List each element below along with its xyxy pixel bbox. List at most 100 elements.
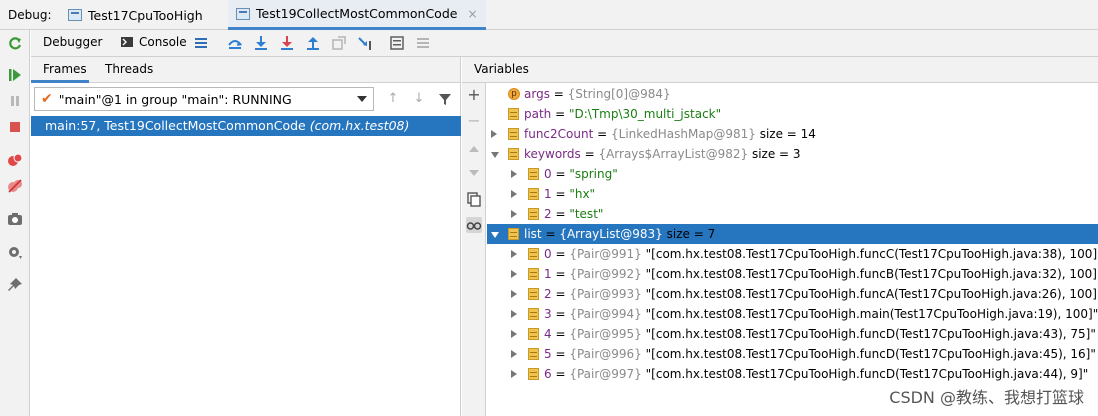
- thread-selector[interactable]: ✔ "main"@1 in group "main": RUNNING: [34, 87, 374, 111]
- field-icon: [508, 108, 519, 120]
- collapsed-arrow-icon[interactable]: [511, 270, 517, 278]
- field-icon: [528, 308, 539, 320]
- close-icon[interactable]: ×: [467, 7, 477, 21]
- watermark: CSDN @教练、我想打篮球: [889, 388, 1084, 407]
- variable-string-value: "test": [569, 207, 604, 221]
- variables-side-toolbar: + −: [462, 83, 486, 416]
- move-down-icon[interactable]: [466, 165, 482, 181]
- tab-threads[interactable]: Threads: [105, 62, 153, 76]
- add-watch-icon[interactable]: +: [466, 87, 482, 103]
- tab-frames[interactable]: Frames: [43, 62, 87, 76]
- thread-selector-value: "main"@1 in group "main": RUNNING: [58, 91, 292, 107]
- variable-name: 1: [544, 187, 552, 201]
- collapsed-arrow-icon[interactable]: [511, 370, 517, 378]
- step-into-icon[interactable]: [279, 35, 295, 51]
- field-icon: [508, 228, 519, 240]
- variable-row[interactable]: 0 = "spring": [487, 164, 1098, 184]
- variable-equals: =: [541, 227, 560, 241]
- variable-name: 1: [544, 267, 552, 281]
- arrow-up-icon[interactable]: ↑: [385, 91, 401, 107]
- variable-equals: =: [551, 187, 570, 201]
- variable-row[interactable]: p args = {String[0]@984}: [487, 84, 1098, 104]
- filter-icon[interactable]: [437, 91, 453, 107]
- pin-icon[interactable]: [7, 277, 23, 293]
- resume-icon[interactable]: [7, 67, 23, 83]
- variable-name: 0: [544, 247, 552, 261]
- active-tab-indicator: [31, 80, 89, 83]
- variable-row[interactable]: 3 = {Pair@994} "[com.hx.test08.Test17Cpu…: [487, 304, 1098, 324]
- variable-equals: =: [551, 307, 570, 321]
- variable-row[interactable]: 2 = "test": [487, 204, 1098, 224]
- show-execution-point-icon[interactable]: [227, 35, 243, 51]
- run-config-icon: [68, 9, 82, 21]
- run-to-cursor-icon[interactable]: [357, 35, 373, 51]
- settings-icon[interactable]: [7, 244, 23, 260]
- mute-breakpoints-icon[interactable]: [7, 178, 23, 194]
- tab-console[interactable]: Console: [121, 35, 187, 49]
- variable-size: size = 14: [755, 127, 816, 141]
- field-icon: [508, 148, 519, 160]
- variable-row[interactable]: 1 = {Pair@992} "[com.hx.test08.Test17Cpu…: [487, 264, 1098, 284]
- stop-icon[interactable]: [7, 119, 23, 135]
- field-icon: [528, 168, 539, 180]
- variable-row[interactable]: 6 = {Pair@997} "[com.hx.test08.Test17Cpu…: [487, 364, 1098, 384]
- rerun-icon[interactable]: [7, 36, 23, 52]
- variable-row[interactable]: 0 = {Pair@991} "[com.hx.test08.Test17Cpu…: [487, 244, 1098, 264]
- tab-debugger-label: Debugger: [43, 35, 103, 49]
- field-icon: [508, 128, 519, 140]
- variable-name: func2Count: [524, 127, 594, 141]
- collapsed-arrow-icon[interactable]: [511, 170, 517, 178]
- run-tab-test19[interactable]: Test19CollectMostCommonCode ×: [228, 0, 486, 30]
- move-up-icon[interactable]: [466, 141, 482, 157]
- tab-debugger[interactable]: Debugger: [43, 35, 102, 49]
- camera-icon[interactable]: [7, 211, 23, 227]
- run-tab-test17[interactable]: Test17CpuTooHigh: [60, 0, 211, 30]
- evaluate-expression-icon[interactable]: [389, 35, 405, 51]
- variable-name: 4: [544, 327, 552, 341]
- variable-reference: {Pair@996}: [569, 347, 642, 361]
- variable-row[interactable]: list = {ArrayList@983} size = 7: [487, 224, 1098, 244]
- expanded-arrow-icon[interactable]: [491, 152, 499, 158]
- variable-row[interactable]: path = "D:\Tmp\30_multi_jstack": [487, 104, 1098, 124]
- collapsed-arrow-icon[interactable]: [511, 210, 517, 218]
- variables-header: Variables: [462, 57, 1098, 83]
- glasses-icon[interactable]: [466, 217, 482, 233]
- variable-reference: {Pair@993}: [569, 287, 642, 301]
- variable-value: "[com.hx.test08.Test17CpuTooHigh.funcC(T…: [641, 247, 1098, 261]
- step-out-icon[interactable]: [305, 35, 321, 51]
- variable-row[interactable]: 5 = {Pair@996} "[com.hx.test08.Test17Cpu…: [487, 344, 1098, 364]
- collapsed-arrow-icon[interactable]: [511, 190, 517, 198]
- remove-watch-icon[interactable]: −: [466, 113, 482, 129]
- variable-row[interactable]: 2 = {Pair@993} "[com.hx.test08.Test17Cpu…: [487, 284, 1098, 304]
- variable-name: keywords: [524, 147, 581, 161]
- variable-name: path: [524, 107, 552, 121]
- variable-row[interactable]: func2Count = {LinkedHashMap@981} size = …: [487, 124, 1098, 144]
- copy-icon[interactable]: [466, 191, 482, 207]
- variable-row[interactable]: 4 = {Pair@995} "[com.hx.test08.Test17Cpu…: [487, 324, 1098, 344]
- collapsed-arrow-icon[interactable]: [511, 350, 517, 358]
- collapsed-arrow-icon[interactable]: [511, 250, 517, 258]
- variable-equals: =: [593, 127, 611, 141]
- collapsed-arrow-icon[interactable]: [511, 290, 517, 298]
- variable-row[interactable]: 1 = "hx": [487, 184, 1098, 204]
- variable-row[interactable]: keywords = {Arrays$ArrayList@982} size =…: [487, 144, 1098, 164]
- variable-name: list: [524, 227, 542, 241]
- stack-frame-row[interactable]: main:57, Test19CollectMostCommonCode (co…: [31, 116, 461, 136]
- tab-console-label: Console: [139, 35, 187, 49]
- variable-equals: =: [551, 287, 570, 301]
- collapsed-arrow-icon[interactable]: [511, 330, 517, 338]
- frame-method: main:57, Test19CollectMostCommonCode: [45, 118, 306, 133]
- view-breakpoints-icon[interactable]: [7, 152, 23, 168]
- collapsed-arrow-icon[interactable]: [511, 310, 517, 318]
- variable-string-value: "spring": [569, 167, 618, 181]
- drop-frame-icon[interactable]: [331, 35, 347, 51]
- arrow-down-icon[interactable]: ↓: [411, 91, 427, 107]
- run-config-icon: [236, 7, 250, 20]
- trace-icon[interactable]: [415, 35, 431, 51]
- step-over-icon[interactable]: [253, 35, 269, 51]
- layout-menu-icon[interactable]: [193, 35, 209, 51]
- field-icon: [528, 188, 539, 200]
- expanded-arrow-icon[interactable]: [491, 232, 499, 238]
- collapsed-arrow-icon[interactable]: [491, 130, 497, 138]
- pause-icon[interactable]: [7, 93, 23, 109]
